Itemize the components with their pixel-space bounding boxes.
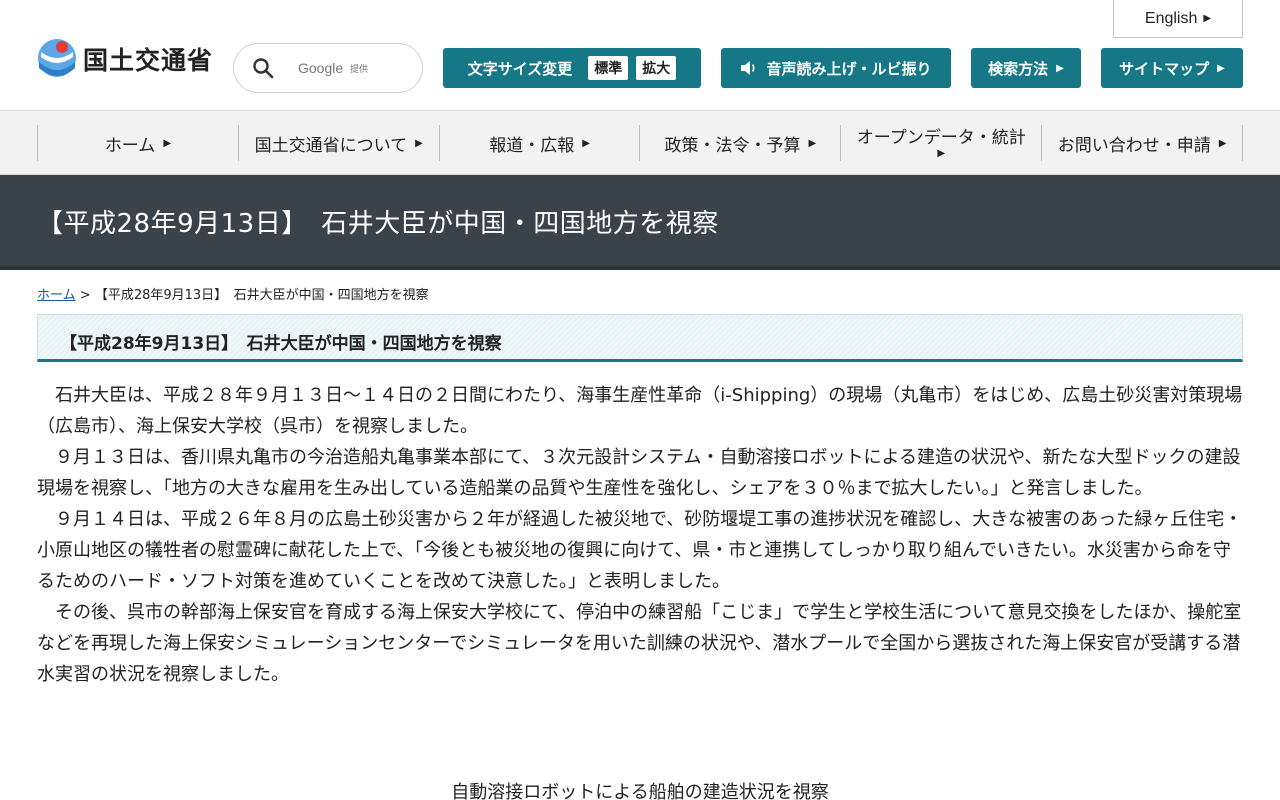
search-provider-note: 提供 (350, 64, 369, 75)
nav-item-contact[interactable]: お問い合わせ・申請 ▶ (1042, 125, 1243, 161)
search-method-label: 検索方法 (988, 59, 1049, 78)
article-body: 石井大臣は、平成２８年９月１３日～１４日の２日間にわたり、海事生産性革命（i-S… (37, 380, 1247, 690)
triangle-right-icon: ▶ (415, 137, 423, 149)
section-heading-box: 【平成28年9月13日】 石井大臣が中国・四国地方を視察 (37, 314, 1243, 362)
nav-item-home[interactable]: ホーム ▶ (38, 125, 239, 161)
sitemap-label: サイトマップ (1119, 59, 1210, 78)
logo-text: 国土交通省 (83, 46, 214, 75)
page-title-band: 【平成28年9月13日】 石井大臣が中国・四国地方を視察 (0, 175, 1280, 270)
triangle-right-icon: ▶ (1217, 62, 1225, 74)
triangle-right-icon: ▶ (1203, 13, 1212, 24)
font-size-label: 文字サイズ変更 (467, 59, 573, 78)
article-paragraph: その後、呉市の幹部海上保安官を育成する海上保安大学校にて、停泊中の練習船「こじま… (37, 602, 1242, 685)
nav-item-press[interactable]: 報道・広報 ▶ (440, 125, 641, 161)
triangle-right-icon: ▶ (1056, 62, 1064, 74)
nav-item-label: ホーム (104, 135, 156, 156)
search-icon[interactable] (252, 57, 274, 79)
page-title: 【平成28年9月13日】 石井大臣が中国・四国地方を視察 (37, 209, 719, 239)
site-search[interactable]: 提供 (233, 43, 423, 93)
triangle-right-icon: ▶ (163, 137, 172, 149)
article-paragraph: 石井大臣は、平成２８年９月１３日～１４日の２日間にわたり、海事生産性革命（i-S… (37, 385, 1243, 437)
article-paragraph: ９月１３日は、香川県丸亀市の今治造船丸亀事業本部にて、３次元設計システム・自動溶… (37, 447, 1241, 499)
speaker-icon (741, 61, 756, 75)
nav-item-policy[interactable]: 政策・法令・予算 ▶ (640, 125, 842, 161)
site-header: English ▶ 国土交通省 提供 文字サイズ変更 標準 拡大 音声読み上げ・… (0, 0, 1280, 111)
font-size-standard-button[interactable]: 標準 (588, 56, 629, 80)
section-heading: 【平成28年9月13日】 石井大臣が中国・四国地方を視察 (60, 334, 502, 354)
english-label: English (1144, 9, 1198, 27)
sitemap-button[interactable]: サイトマップ ▶ (1101, 48, 1243, 88)
speech-label: 音声読み上げ・ルビ振り (766, 59, 932, 78)
article-paragraph: ９月１４日は、平成２６年８月の広島土砂災害から２年が経過した被災地で、砂防堰堤工… (37, 509, 1243, 592)
search-method-button[interactable]: 検索方法 ▶ (971, 48, 1081, 88)
nav-item-label: 政策・法令・予算 (664, 135, 801, 156)
breadcrumb-current: 【平成28年9月13日】 石井大臣が中国・四国地方を視察 (94, 288, 429, 303)
nav-item-about[interactable]: 国土交通省について ▶ (239, 125, 440, 161)
font-size-control: 文字サイズ変更 標準 拡大 (443, 48, 701, 88)
triangle-right-icon: ▶ (582, 137, 590, 149)
font-size-large-button[interactable]: 拡大 (636, 56, 677, 80)
nav-item-label: お問い合わせ・申請 (1057, 135, 1211, 156)
triangle-right-icon: ▶ (1218, 137, 1227, 149)
speech-ruby-button[interactable]: 音声読み上げ・ルビ振り (721, 48, 951, 88)
nav-item-open-data[interactable]: オープンデータ・統計 ▶ (841, 125, 1043, 161)
nav-item-label: 国土交通省について (254, 135, 408, 156)
mlit-logo-icon (38, 39, 76, 77)
breadcrumb-home-link[interactable]: ホーム (37, 288, 76, 303)
global-nav: ホーム ▶ 国土交通省について ▶ 報道・広報 ▶ 政策・法令・予算 ▶ オープ… (0, 111, 1280, 175)
triangle-right-icon: ▶ (808, 137, 817, 149)
english-link[interactable]: English ▶ (1113, 0, 1243, 38)
nav-item-label: 報道・広報 (489, 135, 575, 156)
breadcrumb-separator: > (79, 288, 91, 303)
nav-item-label: オープンデータ・統計 (856, 128, 1026, 149)
photo-caption: 自動溶接ロボットによる船舶の建造状況を視察 (451, 782, 829, 800)
triangle-right-icon: ▶ (937, 147, 946, 159)
site-logo[interactable]: 国土交通省 (37, 38, 213, 80)
breadcrumb: ホーム > 【平成28年9月13日】 石井大臣が中国・四国地方を視察 (37, 284, 429, 303)
